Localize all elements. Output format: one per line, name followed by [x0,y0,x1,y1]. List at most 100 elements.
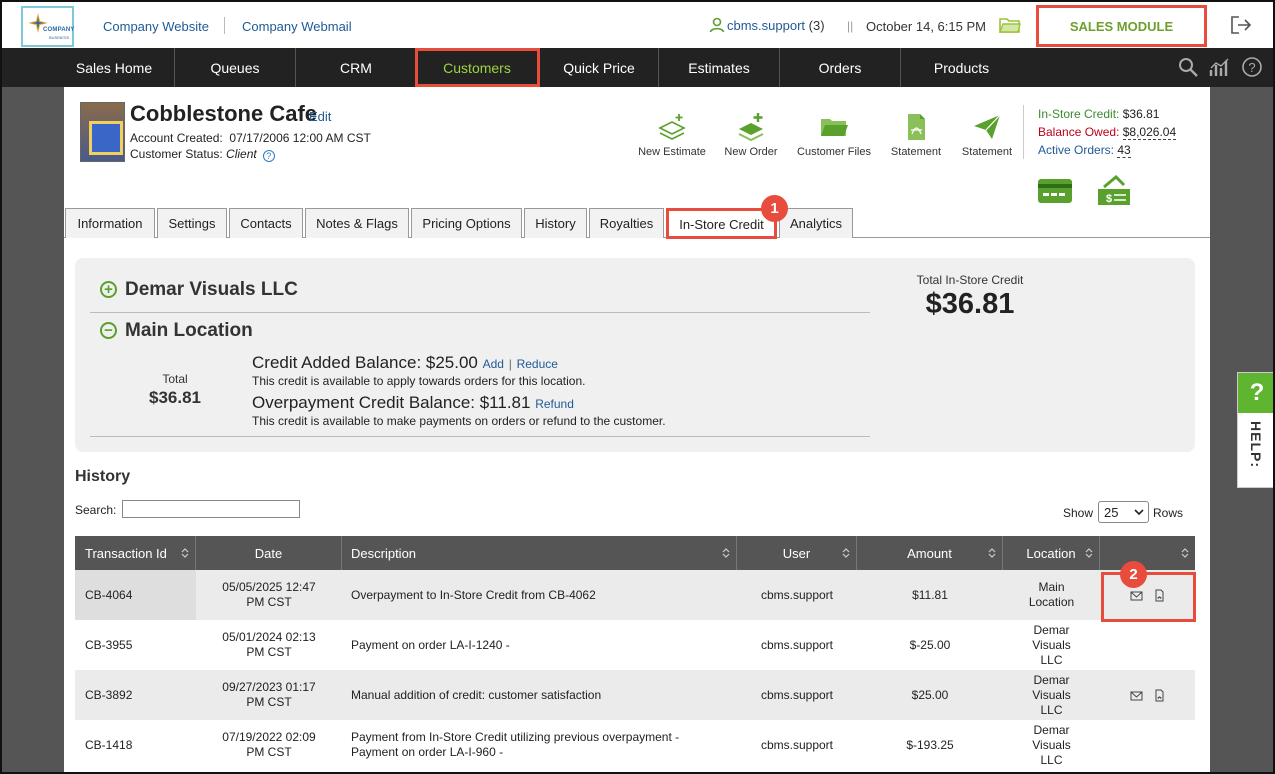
help-circle-icon[interactable]: ? [1241,56,1263,78]
chevron-down-icon [1134,509,1144,516]
col-amount[interactable]: Amount [857,536,1003,570]
divider [90,312,870,313]
tab-pricing-options[interactable]: Pricing Options [411,208,522,238]
balance-owed-label: Balance Owed: [1038,125,1120,139]
tab-royalties[interactable]: Royalties [589,208,664,238]
col-label: Description [351,545,417,561]
location-main-row[interactable]: − Main Location [100,320,253,342]
rows-per-page-select[interactable]: 25 [1098,501,1149,523]
statement-send-button[interactable]: Statement [956,112,1018,158]
email-icon[interactable] [1130,689,1143,702]
nav-estimates[interactable]: Estimates [659,48,780,87]
user-count: (3) [808,18,825,33]
new-order-button[interactable]: New Order [718,112,784,158]
cash-payment-icon[interactable]: $ [1094,175,1134,207]
sort-icon [842,548,850,558]
cell-user: cbms.support [760,687,834,702]
nav-crm[interactable]: CRM [296,48,417,87]
search-label: Search: [75,503,117,517]
expand-plus-icon[interactable]: + [100,281,117,298]
customer-files-label: Customer Files [797,146,871,158]
nav-sales-home[interactable]: Sales Home [54,48,175,87]
cell-actions [1100,670,1195,720]
history-search-input[interactable] [122,500,300,518]
app-frame: COMPANY BUSINESS Company Website Company… [0,0,1275,774]
customer-status-value: Client [226,147,257,161]
overpayment-line: Overpayment Credit Balance: $11.81 Refun… [252,393,574,413]
nav-customers[interactable]: Customers [415,48,540,87]
logout-icon[interactable] [1230,15,1252,35]
total-instore-credit-label: Total In-Store Credit [916,273,1024,287]
edit-customer-link[interactable]: Edit [309,109,331,124]
analytics-icon[interactable] [1209,56,1231,78]
company-website-link[interactable]: Company Website [103,19,209,34]
col-date[interactable]: Date [196,536,342,570]
sort-icon [722,548,730,558]
nav-quick-price[interactable]: Quick Price [540,48,659,87]
status-help-icon[interactable]: ? [262,150,275,162]
cell-user: cbms.support [760,637,834,652]
tab-information[interactable]: Information [65,208,155,238]
cell-date: 05/01/2024 02:13 PM CST [222,630,316,659]
user-menu[interactable]: cbms.support (3) [709,17,825,33]
cell-location: Demar Visuals LLC [1032,672,1071,717]
new-order-icon [738,113,764,142]
rows-per-page-value: 25 [1104,504,1119,520]
collapse-minus-icon[interactable]: − [100,322,117,339]
search-icon[interactable] [1177,56,1199,78]
table-row[interactable]: CB-3892 09/27/2023 01:17 PM CST Manual a… [75,670,1195,720]
total-instore-credit-value: $36.81 [925,288,1015,320]
nav-queues[interactable]: Queues [175,48,296,87]
credit-added-text: Credit Added Balance: $25.00 [252,353,478,372]
active-orders-value[interactable]: 43 [1117,143,1131,158]
tab-settings[interactable]: Settings [157,208,227,238]
col-location[interactable]: Location [1003,536,1100,570]
cell-amount: $25.00 [911,687,949,702]
statement-send-label: Statement [961,146,1013,158]
company-webmail-link[interactable]: Company Webmail [242,19,352,34]
tab-history[interactable]: History [524,208,587,238]
help-tab[interactable]: ? HELP: [1237,372,1273,488]
refund-link[interactable]: Refund [535,397,574,411]
tab-contacts[interactable]: Contacts [229,208,303,238]
new-estimate-button[interactable]: New Estimate [636,112,708,158]
pdf-icon[interactable] [1153,689,1166,702]
company-logo[interactable]: COMPANY BUSINESS [21,6,74,47]
nav-products[interactable]: Products [901,48,1022,87]
balance-owed-value[interactable]: $8,026.04 [1122,125,1177,140]
add-credit-link[interactable]: Add [483,357,504,371]
tab-instore-credit[interactable]: In-Store Credit [666,208,777,239]
cell-description: Payment from In-Store Credit utilizing p… [351,730,680,759]
col-actions[interactable] [1100,536,1195,570]
cell-description: Payment on order LA-I-1240 - [351,637,510,652]
table-row[interactable]: CB-1418 07/19/2022 02:09 PM CST Payment … [75,720,1195,770]
col-transaction-id[interactable]: Transaction Id [75,536,196,570]
folder-icon[interactable] [999,16,1021,34]
customer-files-icon [821,119,848,136]
table-row[interactable]: CB-4064 05/05/2025 12:47 PM CST Overpaym… [75,570,1195,620]
col-user[interactable]: User [737,536,857,570]
sales-module-button[interactable]: SALES MODULE [1036,5,1207,47]
nav-tools: ? [1177,56,1263,78]
cell-date: 09/27/2023 01:17 PM CST [222,680,316,709]
statement-pdf-button[interactable]: Statement [886,112,946,158]
reduce-credit-link[interactable]: Reduce [517,357,558,371]
credit-added-line: Credit Added Balance: $25.00 Add | Reduc… [252,353,558,373]
credit-panel: + Demar Visuals LLC − Main Location Total … [75,258,1195,452]
credit-card-icon[interactable] [1037,177,1073,205]
customer-name: Cobblestone Cafe [130,101,318,126]
cell-user: cbms.support [760,737,834,752]
table-row[interactable]: CB-3955 05/01/2024 02:13 PM CST Payment … [75,620,1195,670]
nav-orders[interactable]: Orders [780,48,901,87]
tab-analytics[interactable]: Analytics [779,208,853,238]
balance-summary: In-Store Credit: $36.81 Balance Owed: $8… [1023,105,1177,159]
overpayment-note: This credit is available to make payment… [252,414,666,428]
col-description[interactable]: Description [342,536,737,570]
customer-content: Cobblestone Cafe Edit Account Created: 0… [64,87,1210,772]
location-demar-row[interactable]: + Demar Visuals LLC [100,279,298,301]
tab-notes-flags[interactable]: Notes & Flags [305,208,409,238]
customer-files-button[interactable]: Customer Files [792,112,876,158]
left-gutter [2,87,64,772]
col-label: Location [1026,545,1076,561]
separator-bars: || [847,19,854,33]
